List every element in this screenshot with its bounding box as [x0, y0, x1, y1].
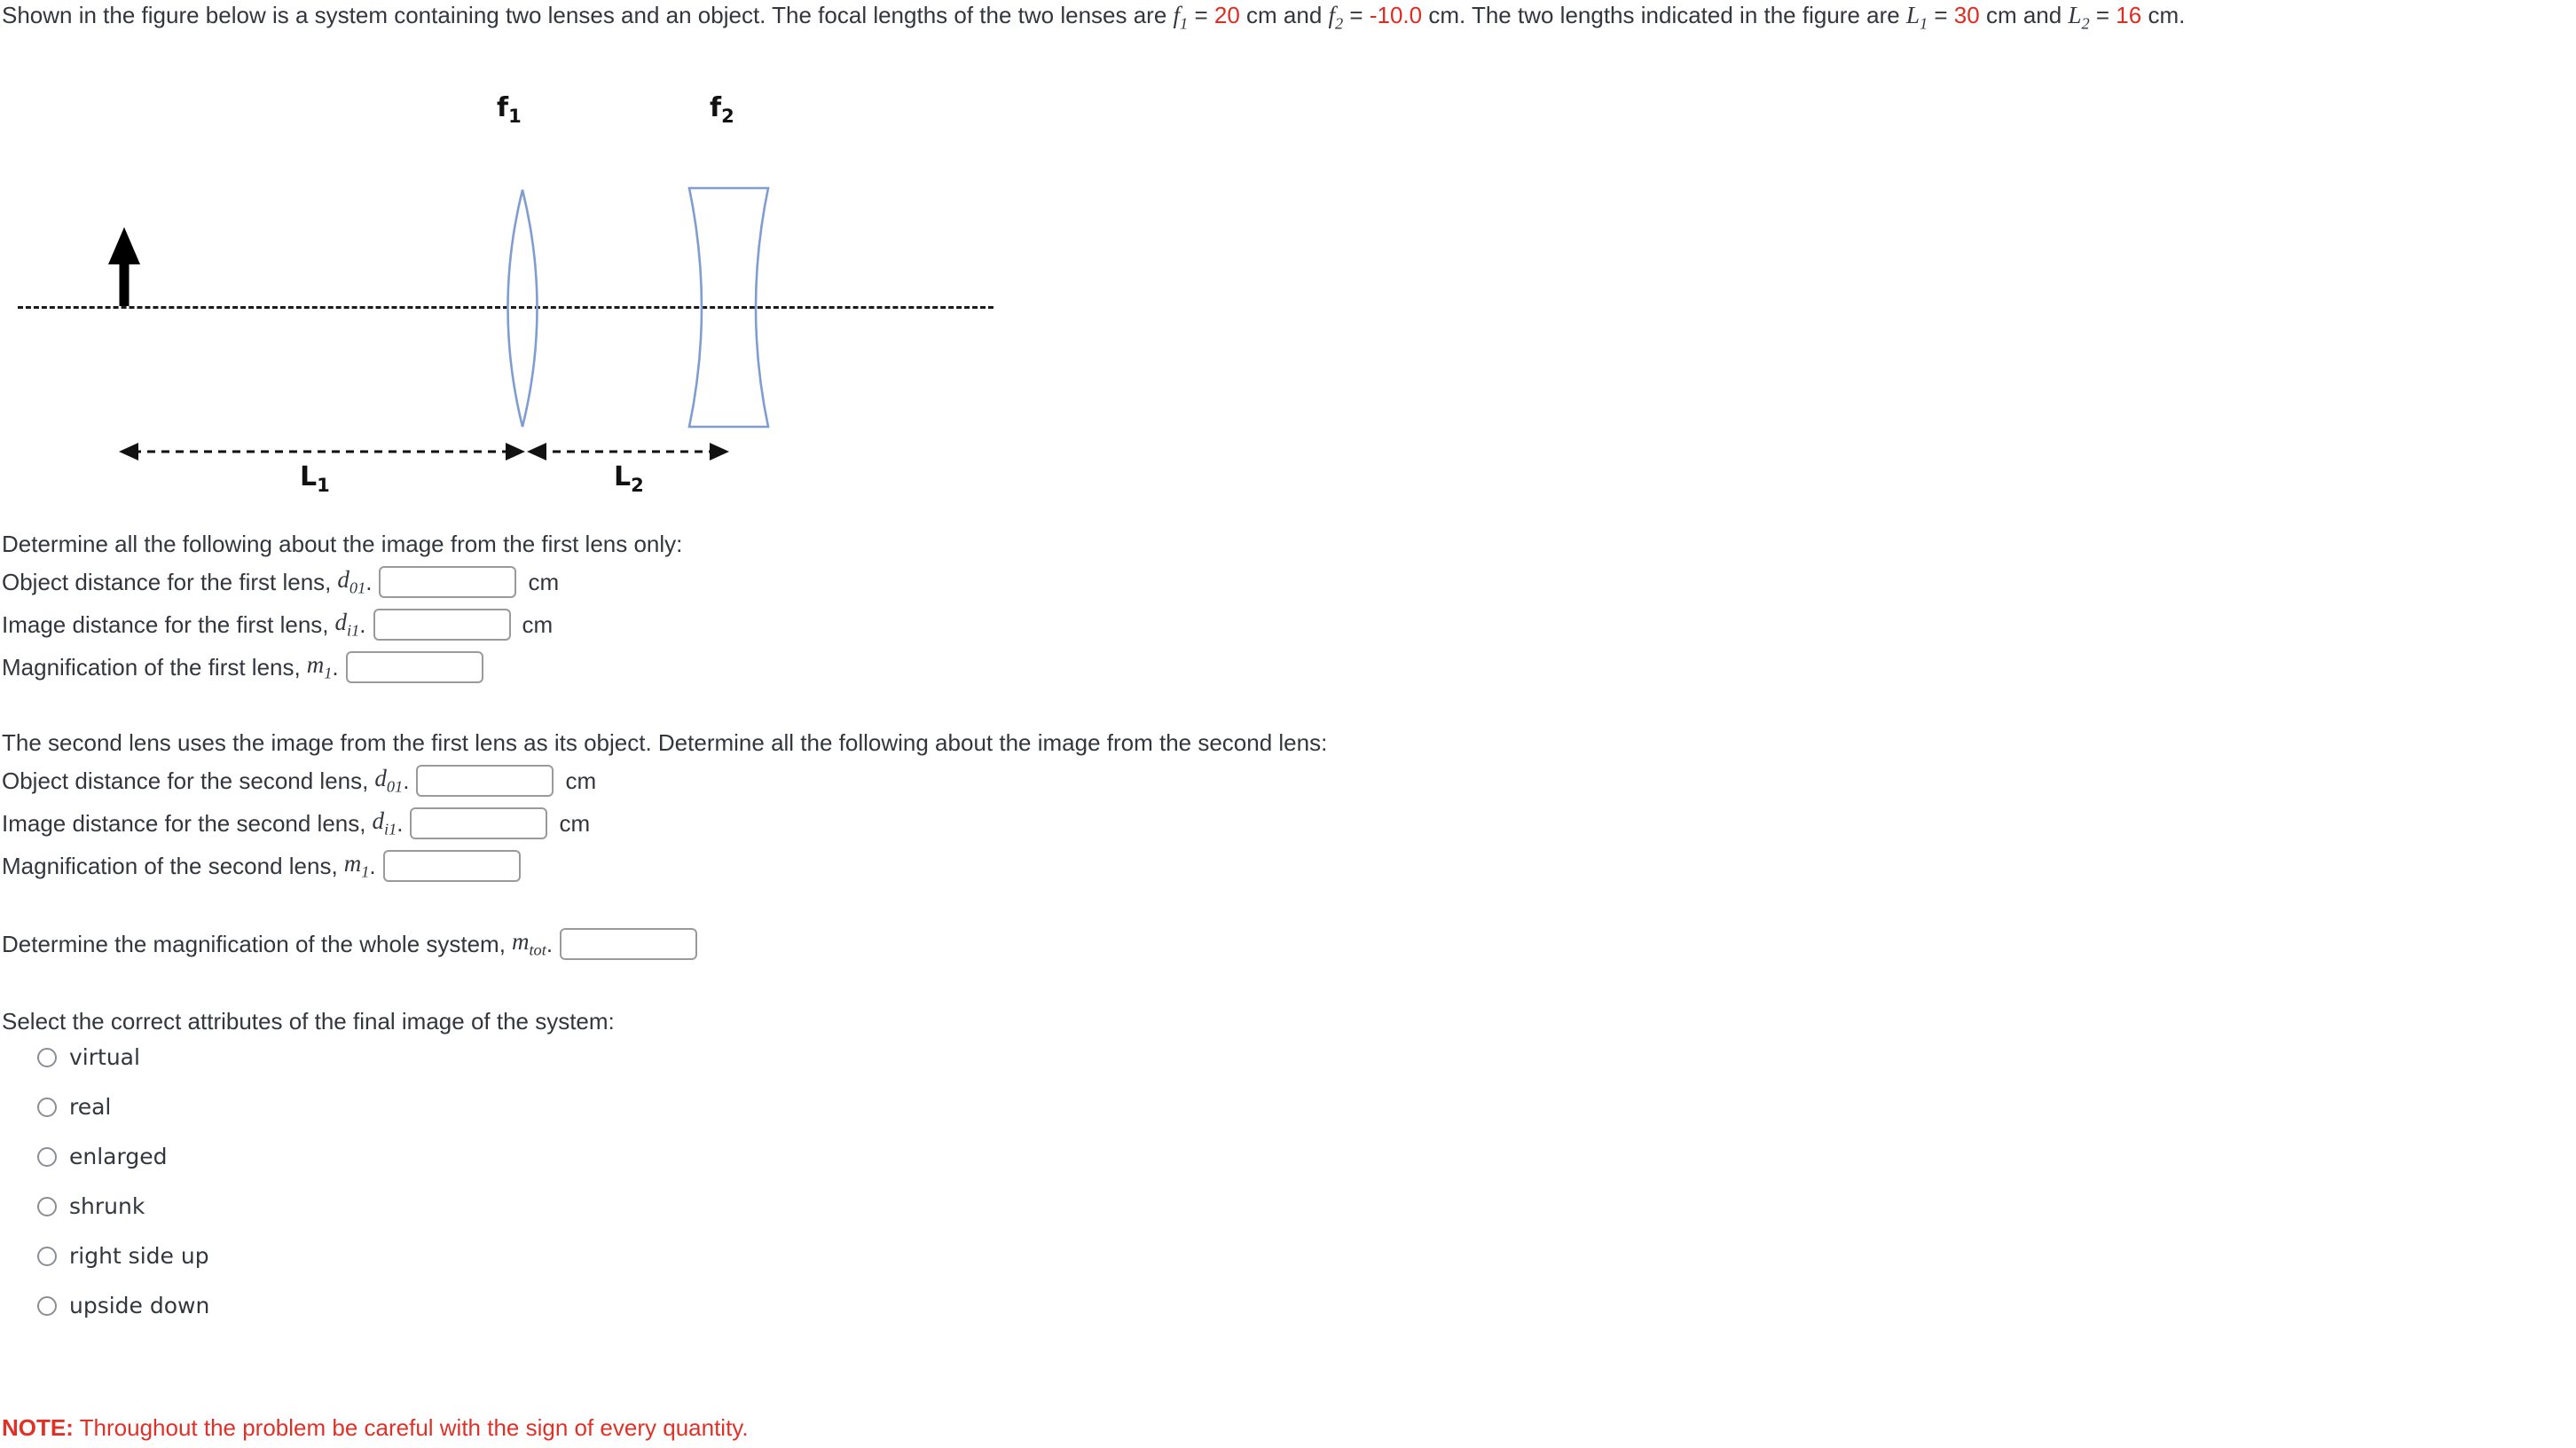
lens2-focal-label: f2 [710, 92, 734, 127]
section1-period-2: . [332, 653, 339, 681]
L2-value: 16 [2116, 2, 2142, 28]
convex-lens-shape [507, 189, 538, 428]
section2-row-object-distance: Object distance for the second lens, d01… [2, 765, 596, 797]
radio-button-icon-enlarged[interactable] [37, 1146, 57, 1167]
section1-label-object-distance: Object distance for the first lens, [2, 568, 332, 595]
f1-symbol: f1 [1173, 2, 1189, 33]
section2-label-object-distance: Object distance for the second lens, [2, 767, 369, 794]
section3-period: . [546, 930, 554, 957]
problem-statement: Shown in the figure below is a system co… [2, 2, 2185, 36]
unit-cm-1: cm [1239, 2, 1277, 28]
input-total-magnification[interactable] [560, 928, 698, 960]
L2-symbol: L2 [2068, 2, 2090, 33]
input-object-distance-lens1[interactable] [379, 566, 517, 598]
radio-button-icon-upside-down[interactable] [37, 1295, 57, 1316]
and-text-2: and [2016, 2, 2069, 28]
dimension-line-L1 [119, 443, 525, 460]
radio-option-shrunk[interactable]: shrunk [37, 1193, 145, 1219]
section2-period-1: . [397, 809, 404, 837]
section1-row-object-distance: Object distance for the first lens, d01.… [2, 566, 559, 598]
radio-label-right-side-up: right side up [69, 1243, 209, 1269]
radio-label-virtual: virtual [69, 1044, 140, 1070]
intro-text-part1: Shown in the figure below is a system co… [2, 2, 1174, 28]
intro-text-end: cm. [2141, 2, 2186, 28]
concave-lens-shape [687, 186, 770, 429]
radio-label-real: real [69, 1094, 112, 1120]
attributes-heading: Select the correct attributes of the fin… [2, 1008, 615, 1035]
dimension-line-L2 [527, 443, 729, 460]
input-object-distance-lens2[interactable] [416, 765, 554, 797]
optics-figure: f1 f2 L1 L2 [0, 41, 1064, 496]
equals-2: = [1343, 2, 1370, 28]
radio-option-upside-down[interactable]: upside down [37, 1293, 209, 1318]
input-magnification-lens2[interactable] [382, 850, 521, 882]
section2-label-image-distance: Image distance for the second lens, [2, 809, 366, 837]
radio-label-enlarged: enlarged [69, 1144, 168, 1169]
dimension-label-L2: L2 [614, 461, 644, 496]
input-image-distance-lens1[interactable] [373, 609, 511, 641]
section1-symbol-image-distance: di1 [334, 609, 360, 640]
and-text-1: and [1276, 2, 1329, 28]
radio-button-icon-right-side-up[interactable] [37, 1246, 57, 1266]
section1-label-image-distance: Image distance for the first lens, [2, 610, 329, 638]
radio-option-enlarged[interactable]: enlarged [37, 1144, 167, 1169]
section2-row-image-distance: Image distance for the second lens, di1.… [2, 807, 590, 839]
L1-value: 30 [1953, 2, 1980, 28]
section3-row-total-magnification: Determine the magnification of the whole… [2, 928, 698, 960]
section1-heading: Determine all the following about the im… [2, 531, 683, 557]
section3-symbol-total-magnification: mtot [511, 928, 546, 959]
radio-button-icon-real[interactable] [37, 1097, 57, 1117]
section1-symbol-magnification: m1 [306, 651, 333, 682]
section1-period-0: . [365, 568, 373, 595]
lens1-focal-label: f1 [497, 92, 522, 127]
section2-symbol-magnification: m1 [343, 850, 370, 881]
section1-row-image-distance: Image distance for the first lens, di1. … [2, 609, 553, 641]
unit-image-distance-lens1: cm [522, 610, 554, 638]
unit-object-distance-lens2: cm [565, 767, 597, 794]
unit-object-distance-lens1: cm [528, 568, 560, 595]
equals-1: = [1188, 2, 1214, 28]
object-arrow-icon [108, 227, 140, 306]
section2-symbol-image-distance: di1 [372, 807, 397, 838]
equals-4: = [2089, 2, 2117, 28]
intro-text-part2: cm. The two lengths indicated in the fig… [1422, 2, 1906, 28]
radio-label-upside-down: upside down [69, 1293, 210, 1318]
unit-image-distance-lens2: cm [559, 809, 591, 837]
section1-row-magnification: Magnification of the first lens, m1. [2, 651, 483, 683]
radio-option-real[interactable]: real [37, 1094, 111, 1120]
note-text: Throughout the problem be careful with t… [73, 1414, 749, 1441]
section2-period-2: . [369, 852, 376, 879]
section2-label-magnification: Magnification of the second lens, [2, 852, 338, 879]
section1-period-1: . [359, 610, 366, 638]
f2-value: -10.0 [1369, 2, 1423, 28]
f2-symbol: f2 [1328, 2, 1344, 33]
note-bold-prefix: NOTE: [2, 1414, 74, 1441]
radio-option-right-side-up[interactable]: right side up [37, 1243, 209, 1269]
input-image-distance-lens2[interactable] [410, 807, 548, 839]
section2-heading: The second lens uses the image from the … [2, 729, 1328, 756]
note-banner: NOTE: Throughout the problem be careful … [2, 1414, 749, 1442]
section2-symbol-object-distance: d01 [374, 765, 404, 796]
section1-label-magnification: Magnification of the first lens, [2, 653, 301, 681]
input-magnification-lens1[interactable] [345, 651, 483, 683]
figure-vector-layer [108, 186, 770, 460]
radio-button-icon-virtual[interactable] [37, 1047, 57, 1067]
unit-cm-2: cm [1979, 2, 2017, 28]
section3-label-total-magnification: Determine the magnification of the whole… [2, 930, 506, 957]
section2-period-0: . [403, 767, 410, 794]
radio-button-icon-shrunk[interactable] [37, 1196, 57, 1216]
section2-row-magnification: Magnification of the second lens, m1. [2, 850, 521, 882]
radio-option-virtual[interactable]: virtual [37, 1044, 140, 1070]
radio-label-shrunk: shrunk [69, 1193, 145, 1219]
equals-3: = [1928, 2, 1954, 28]
dimension-label-L1: L1 [300, 461, 330, 496]
section1-symbol-object-distance: d01 [337, 566, 366, 597]
L1-symbol: L1 [1905, 2, 1928, 33]
f1-value: 20 [1213, 2, 1240, 28]
